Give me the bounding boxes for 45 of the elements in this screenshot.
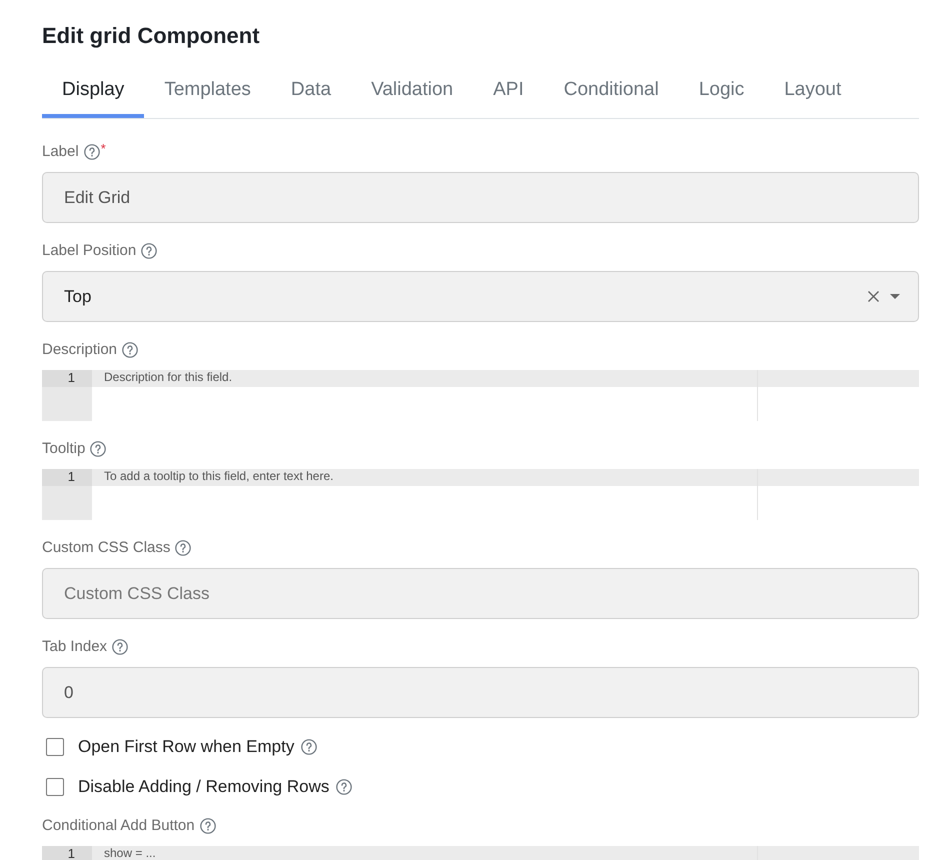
page-title: Edit grid Component xyxy=(42,22,261,50)
checkbox-label: Open First Row when Empty xyxy=(78,736,294,758)
field-label: Conditional Add Button xyxy=(42,816,195,836)
required-mark: * xyxy=(100,142,106,155)
field-label: Label Position xyxy=(42,241,136,261)
code-editor[interactable]: 1 show = ... xyxy=(42,846,919,860)
field-label: Tooltip xyxy=(42,439,86,459)
line-number: 1 xyxy=(42,469,92,486)
help-icon[interactable] xyxy=(112,639,128,655)
help-icon[interactable] xyxy=(141,243,158,259)
text-input[interactable]: Custom CSS Class xyxy=(42,568,919,619)
help-icon[interactable] xyxy=(301,739,318,755)
code-editor[interactable]: 1 Description for this field. xyxy=(42,370,919,421)
help-icon[interactable] xyxy=(84,144,100,160)
code-placeholder: Description for this field. xyxy=(104,370,232,384)
help-icon[interactable] xyxy=(175,540,192,556)
tab[interactable]: Layout xyxy=(764,70,862,118)
line-number: 1 xyxy=(42,846,92,860)
line-number: 1 xyxy=(42,370,92,387)
tab[interactable]: Logic xyxy=(678,70,764,118)
checkbox[interactable] xyxy=(46,778,64,796)
tab[interactable]: Templates xyxy=(144,70,271,118)
text-input[interactable]: Edit Grid xyxy=(42,172,919,223)
code-placeholder: show = ... xyxy=(104,846,156,860)
tab[interactable]: API xyxy=(473,70,544,118)
help-icon[interactable] xyxy=(200,818,216,834)
field-label: Custom CSS Class xyxy=(42,538,170,558)
tab[interactable]: Data xyxy=(270,70,352,118)
field-label: Label xyxy=(42,142,79,162)
select-field[interactable]: Top xyxy=(42,271,919,322)
help-icon[interactable] xyxy=(90,441,106,457)
tab[interactable]: Conditional xyxy=(544,70,679,118)
text-input[interactable]: 0 xyxy=(42,667,919,718)
clear-icon[interactable] xyxy=(868,291,879,302)
help-icon[interactable] xyxy=(336,779,352,795)
code-placeholder: To add a tooltip to this field, enter text here. xyxy=(104,469,334,483)
tab[interactable]: Display xyxy=(42,70,144,118)
field-label: Description xyxy=(42,340,118,360)
checkbox-label: Disable Adding / Removing Rows xyxy=(78,776,330,798)
field-label: Tab Index xyxy=(42,637,108,657)
help-icon[interactable] xyxy=(122,342,138,358)
tab[interactable]: Validation xyxy=(351,70,474,118)
caret-icon xyxy=(890,294,900,299)
code-editor[interactable]: 1 To add a tooltip to this field, enter text here. xyxy=(42,469,919,520)
checkbox[interactable] xyxy=(46,738,64,756)
